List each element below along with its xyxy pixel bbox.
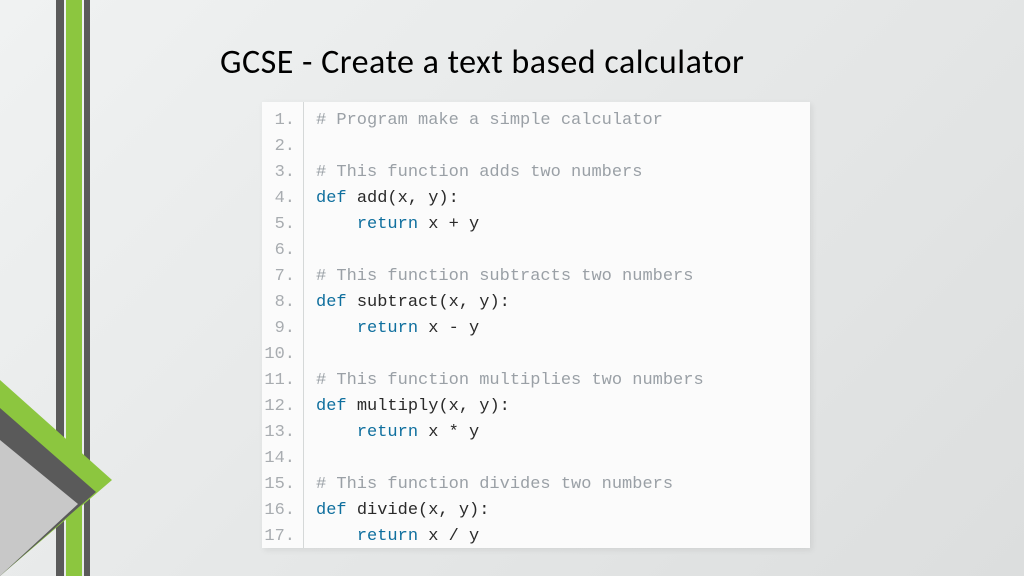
- line-number: 7.: [262, 264, 303, 290]
- line-number: 6.: [262, 238, 303, 264]
- code-line: # This function divides two numbers: [316, 472, 810, 498]
- line-number: 10.: [262, 342, 303, 368]
- line-number: 12.: [262, 394, 303, 420]
- line-number: 1.: [262, 108, 303, 134]
- code-snippet: 1.2.3.4.5.6.7.8.9.10.11.12.13.14.15.16.1…: [262, 102, 810, 548]
- line-number: 8.: [262, 290, 303, 316]
- code-line: return x - y: [316, 316, 810, 342]
- code-line: # This function subtracts two numbers: [316, 264, 810, 290]
- line-number: 3.: [262, 160, 303, 186]
- code-line: def subtract(x, y):: [316, 290, 810, 316]
- slide-decoration: [0, 0, 140, 576]
- line-number: 2.: [262, 134, 303, 160]
- line-number: 13.: [262, 420, 303, 446]
- line-number: 9.: [262, 316, 303, 342]
- code-line: # This function multiplies two numbers: [316, 368, 810, 394]
- line-number: 16.: [262, 498, 303, 524]
- code-line: [316, 134, 810, 160]
- code-line: # This function adds two numbers: [316, 160, 810, 186]
- code-line: return x / y: [316, 524, 810, 550]
- line-number: 11.: [262, 368, 303, 394]
- code-line: [316, 238, 810, 264]
- code-line: def multiply(x, y):: [316, 394, 810, 420]
- line-number-gutter: 1.2.3.4.5.6.7.8.9.10.11.12.13.14.15.16.1…: [262, 102, 304, 548]
- code-line: def divide(x, y):: [316, 498, 810, 524]
- line-number: 15.: [262, 472, 303, 498]
- code-line: return x + y: [316, 212, 810, 238]
- code-line: def add(x, y):: [316, 186, 810, 212]
- line-number: 5.: [262, 212, 303, 238]
- line-number: 4.: [262, 186, 303, 212]
- code-line: [316, 342, 810, 368]
- line-number: 14.: [262, 446, 303, 472]
- slide-title: GCSE - Create a text based calculator: [220, 42, 744, 83]
- code-body: # Program make a simple calculator # This…: [304, 102, 810, 548]
- code-line: # Program make a simple calculator: [316, 108, 810, 134]
- code-line: return x * y: [316, 420, 810, 446]
- code-line: [316, 446, 810, 472]
- line-number: 17.: [262, 524, 303, 550]
